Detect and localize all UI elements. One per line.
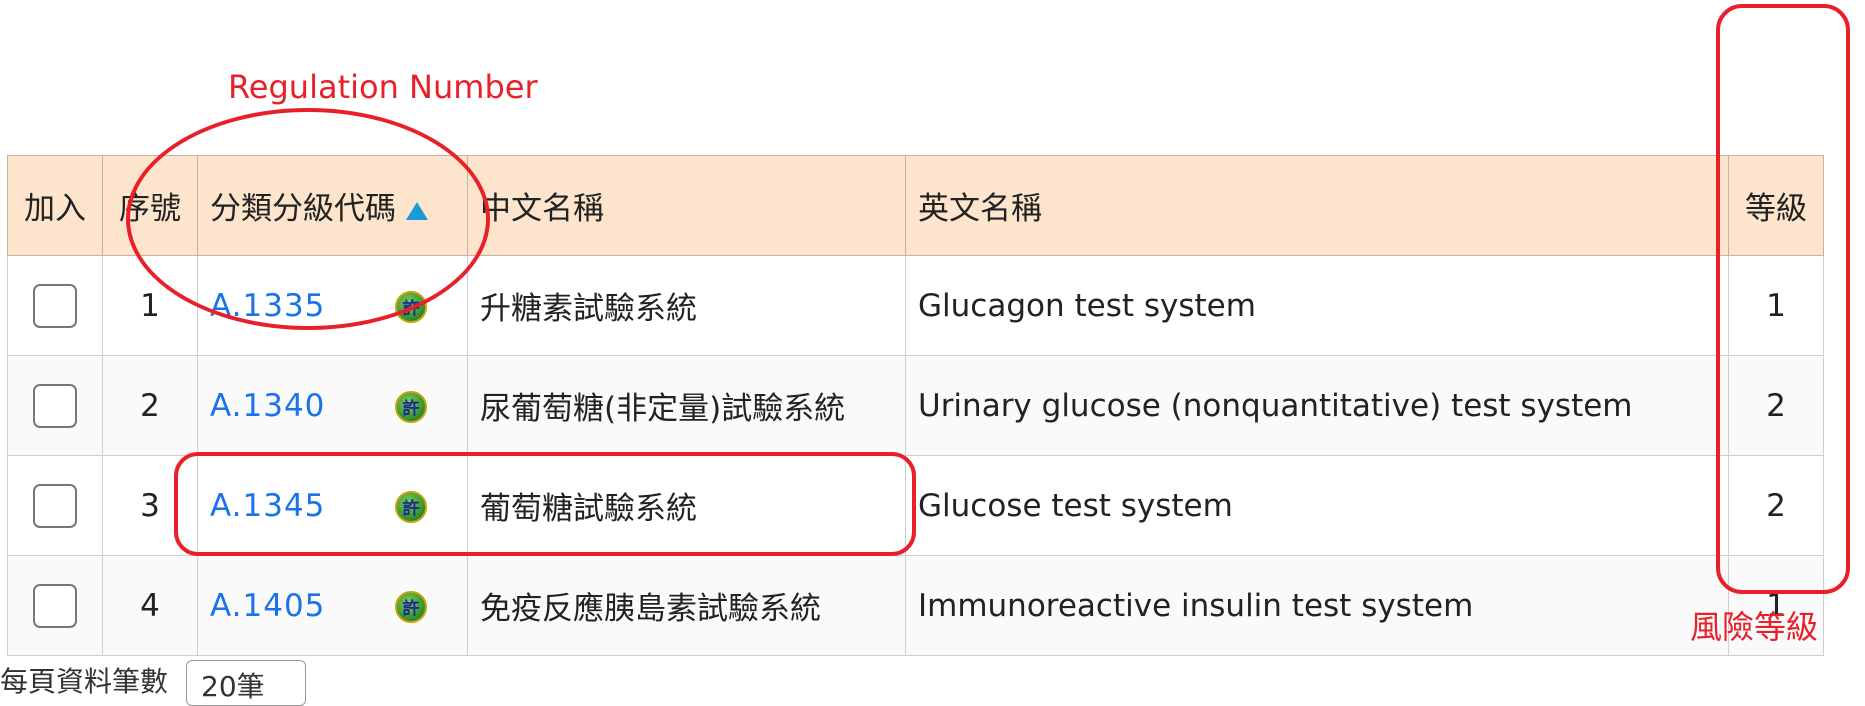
add-checkbox[interactable] <box>33 383 77 428</box>
add-cell <box>7 455 103 556</box>
code-link[interactable]: A.1340 <box>210 388 325 424</box>
seq-cell: 4 <box>102 555 198 656</box>
header-en-name[interactable]: 英文名稱 <box>905 155 1729 256</box>
annotation-risk-level: 風險等級 <box>1690 608 1819 646</box>
annotation-ellipse <box>126 108 490 330</box>
add-cell <box>7 355 103 456</box>
annotation-box-row3 <box>174 452 916 556</box>
add-cell <box>7 555 103 656</box>
permit-icon[interactable]: 許 <box>395 390 427 423</box>
header-cn-name[interactable]: 中文名稱 <box>467 155 906 256</box>
add-cell <box>7 255 103 356</box>
annotation-regulation-number: Regulation Number <box>228 68 538 106</box>
code-link[interactable]: A.1405 <box>210 588 325 624</box>
seq-cell: 2 <box>102 355 198 456</box>
add-checkbox[interactable] <box>33 283 77 328</box>
code-cell: A.1340 許 <box>197 355 468 456</box>
en-name-cell: Glucose test system <box>905 455 1729 556</box>
cn-name-cell: 升糖素試驗系統 <box>467 255 906 356</box>
per-page-select[interactable]: 20筆 <box>186 660 306 706</box>
annotation-box-level-column <box>1716 4 1850 594</box>
table-row: 4 A.1405 許 免疫反應胰島素試驗系統 Immunoreactive ins… <box>7 555 1824 656</box>
en-name-cell: Immunoreactive insulin test system <box>905 555 1729 656</box>
code-cell: A.1405 許 <box>197 555 468 656</box>
permit-icon[interactable]: 許 <box>395 590 427 623</box>
cn-name-cell: 尿葡萄糖(非定量)試驗系統 <box>467 355 906 456</box>
add-checkbox[interactable] <box>33 583 77 628</box>
header-add: 加入 <box>7 155 103 256</box>
cn-name-cell: 免疫反應胰島素試驗系統 <box>467 555 906 656</box>
en-name-cell: Glucagon test system <box>905 255 1729 356</box>
en-name-cell: Urinary glucose (nonquantitative) test s… <box>905 355 1729 456</box>
add-checkbox[interactable] <box>33 483 77 528</box>
pagination-footer: 每頁資料筆數 20筆 <box>0 660 306 706</box>
per-page-label: 每頁資料筆數 <box>0 665 169 698</box>
table-row: 2 A.1340 許 尿葡萄糖(非定量)試驗系統 Urinary glucose … <box>7 355 1824 456</box>
